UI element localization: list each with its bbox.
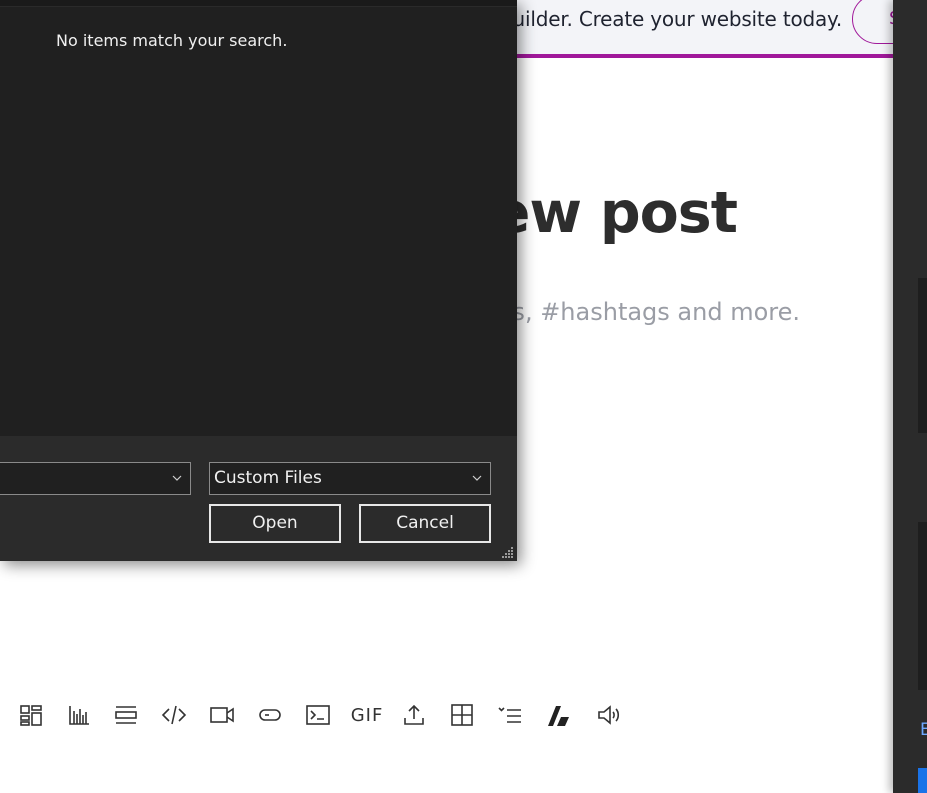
- filename-combobox[interactable]: [0, 462, 191, 495]
- video-icon: [210, 707, 234, 723]
- collapsible-list-button[interactable]: [495, 698, 525, 732]
- filetype-value: Custom Files: [214, 468, 322, 488]
- audio-button[interactable]: [594, 698, 624, 732]
- audio-icon: [598, 705, 620, 725]
- filetype-select[interactable]: Custom Files: [209, 462, 491, 495]
- file-open-dialog: No items match your search. Custom Files…: [0, 0, 517, 561]
- chevron-down-icon: [172, 475, 182, 481]
- table-icon: [451, 704, 473, 726]
- side-panel: E: [893, 0, 927, 793]
- chart-icon: [69, 706, 89, 725]
- brand-icon: [548, 706, 569, 726]
- chevron-down-icon: [472, 475, 482, 481]
- open-button[interactable]: Open: [209, 504, 341, 543]
- resize-grip-icon[interactable]: [502, 546, 514, 558]
- gif-icon: GIF: [350, 704, 384, 726]
- side-panel-block: [918, 278, 927, 433]
- button-icon: [259, 709, 281, 721]
- gallery-icon: [20, 705, 42, 726]
- brand-button[interactable]: [543, 698, 573, 732]
- video-button[interactable]: [207, 698, 237, 732]
- code-icon: [161, 705, 187, 725]
- side-panel-label[interactable]: E: [920, 720, 927, 740]
- upload-icon: [404, 704, 424, 725]
- gif-button[interactable]: GIF: [350, 698, 384, 732]
- button-element-button[interactable]: [255, 698, 285, 732]
- code-button[interactable]: [159, 698, 189, 732]
- side-panel-accent: [918, 768, 927, 793]
- chart-button[interactable]: [64, 698, 94, 732]
- side-panel-block: [918, 522, 927, 690]
- cancel-button[interactable]: Cancel: [359, 504, 491, 543]
- table-button[interactable]: [447, 698, 477, 732]
- terminal-button[interactable]: [303, 698, 333, 732]
- upload-button[interactable]: [399, 698, 429, 732]
- empty-results-message: No items match your search.: [56, 31, 288, 50]
- divider-button[interactable]: [111, 698, 141, 732]
- terminal-icon: [306, 705, 330, 725]
- dialog-header-edge: [0, 0, 517, 7]
- collapsible-list-icon: [498, 707, 521, 723]
- divider-icon: [115, 706, 137, 724]
- gallery-button[interactable]: [16, 698, 46, 732]
